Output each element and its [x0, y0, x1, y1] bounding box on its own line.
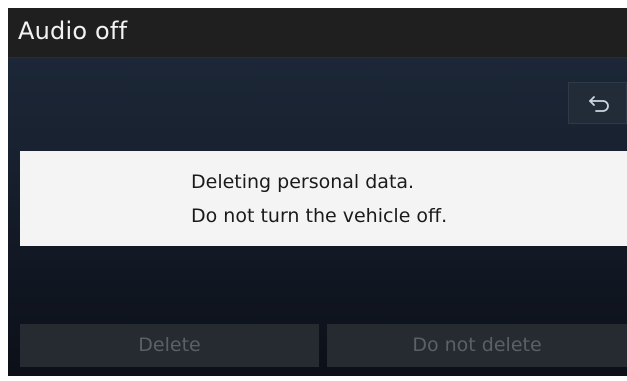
dialog-message-line-1: Deleting personal data. — [191, 171, 415, 193]
status-dialog: Deleting personal data. Do not turn the … — [20, 151, 627, 246]
header-bar: Audio off — [8, 8, 627, 58]
dialog-message-line-2: Do not turn the vehicle off. — [191, 205, 448, 227]
back-button[interactable] — [568, 82, 627, 124]
delete-button[interactable]: Delete — [20, 324, 319, 367]
do-not-delete-button[interactable]: Do not delete — [327, 324, 627, 367]
page-title: Audio off — [18, 17, 128, 45]
infotainment-screen: Audio off Deleting personal data. Do not… — [8, 8, 627, 376]
back-arrow-icon — [589, 96, 609, 112]
